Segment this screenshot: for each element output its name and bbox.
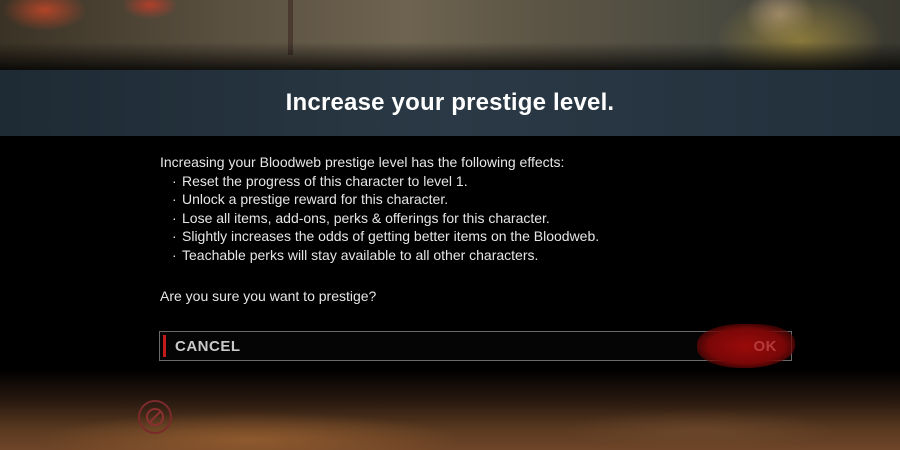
effects-list: · Reset the progress of this character to… — [172, 172, 780, 265]
effect-text: Unlock a prestige reward for this charac… — [182, 191, 449, 207]
bullet: · — [172, 209, 177, 226]
ok-button[interactable]: OK — [475, 324, 795, 368]
background-pole — [288, 0, 293, 55]
dialog-title: Increase your prestige level. — [285, 89, 615, 116]
no-item-icon — [138, 400, 172, 434]
dialog-intro: Increasing your Bloodweb prestige level … — [160, 154, 565, 170]
background-scene-bottom — [0, 370, 900, 450]
list-item: · Reset the progress of this character to… — [172, 172, 780, 191]
effect-text: Teachable perks will stay available to a… — [182, 246, 539, 263]
dialog-title-banner: Increase your prestige level. — [0, 70, 900, 136]
effect-text: Slightly increases the odds of getting b… — [182, 228, 600, 244]
list-item: · Unlock a prestige reward for this chara… — [172, 190, 780, 209]
dialog-button-bar: CANCEL OK — [159, 324, 795, 368]
list-item: · Slightly increases the odds of getting … — [172, 227, 780, 246]
bullet: · — [172, 228, 177, 244]
effect-text: Lose all items, add-ons, perks & offerin… — [182, 209, 550, 226]
background-scene-top — [0, 0, 900, 72]
cancel-button[interactable]: CANCEL — [160, 332, 476, 360]
cancel-marker — [163, 335, 166, 357]
confirm-question: Are you sure you want to prestige? — [160, 288, 377, 304]
bullet: · — [172, 172, 177, 189]
list-item: · Lose all items, add-ons, perks & offeri… — [172, 209, 780, 228]
dialog-body: Increasing your Bloodweb prestige level … — [160, 153, 780, 306]
list-item: · Teachable perks will stay available to … — [172, 246, 780, 265]
ok-button-label: OK — [753, 337, 777, 355]
bullet: · — [172, 191, 177, 207]
bullet: · — [172, 246, 177, 263]
cancel-button-label: CANCEL — [175, 337, 241, 355]
effect-text: Reset the progress of this character to … — [182, 172, 468, 189]
ok-blood-splash — [697, 324, 795, 368]
